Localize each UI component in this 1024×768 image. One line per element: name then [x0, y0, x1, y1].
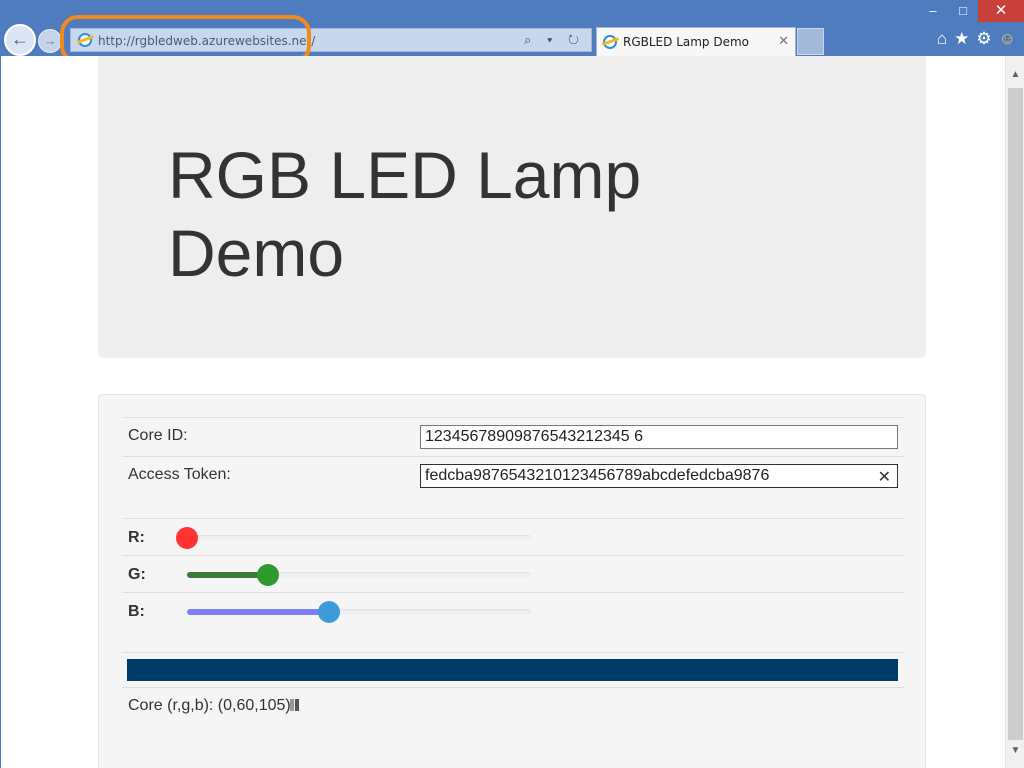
tab-title: RGBLED Lamp Demo [623, 35, 750, 49]
browser-chrome: – □ ✕ ← → http://rgbledweb.azurewebsites… [0, 0, 1024, 64]
signal-bars-icon [294, 699, 299, 711]
core-id-label: Core ID: [128, 427, 188, 444]
forward-button[interactable]: → [38, 29, 62, 53]
slider-label-r: R: [128, 529, 145, 546]
maximize-button[interactable]: □ [948, 0, 978, 22]
scroll-down-arrow-icon[interactable]: ▼ [1006, 742, 1024, 760]
access-token-label: Access Token: [128, 466, 231, 483]
vertical-scrollbar[interactable]: ▲ ▼ [1005, 56, 1024, 768]
blue-slider[interactable] [187, 601, 531, 623]
settings-gear-icon[interactable]: ⚙ [976, 29, 991, 49]
core-status: Core (r,g,b): (0,60,105) [128, 697, 299, 715]
green-slider-fill [187, 572, 268, 578]
slider-label-b: B: [128, 603, 145, 620]
feedback-smiley-icon[interactable]: ☺ [999, 29, 1016, 49]
scrollbar-thumb[interactable] [1008, 88, 1023, 740]
slider-row-g: G: [123, 555, 904, 592]
browser-tools: ⌂ ★ ⚙ ☺ [937, 29, 1016, 49]
blue-slider-thumb[interactable] [317, 601, 340, 623]
tab-close-icon[interactable]: ✕ [778, 33, 789, 49]
core-status-text: Core (r,g,b): (0,60,105) [128, 697, 291, 714]
red-slider[interactable] [176, 527, 531, 549]
green-slider[interactable] [187, 564, 531, 586]
jumbotron: RGB LED Lamp Demo [98, 56, 926, 358]
home-icon[interactable]: ⌂ [937, 29, 947, 49]
control-panel: Core ID: Access Token: ✕ R: G: [98, 394, 926, 768]
page-viewport: RGB LED Lamp Demo Core ID: Access Token:… [1, 56, 1005, 768]
access-token-field[interactable]: ✕ [420, 464, 898, 488]
green-slider-thumb[interactable] [256, 564, 279, 586]
core-id-row: Core ID: [123, 417, 904, 456]
color-preview-bar [127, 659, 898, 681]
minimize-button[interactable]: – [918, 0, 948, 22]
tab-rgbled-lamp-demo[interactable]: RGBLED Lamp Demo ✕ [596, 27, 796, 56]
page-title: RGB LED Lamp Demo [168, 138, 642, 290]
new-tab-button[interactable] [797, 28, 824, 55]
slider-row-b: B: [123, 592, 904, 652]
core-id-input[interactable] [425, 428, 865, 446]
access-token-row: Access Token: ✕ [123, 456, 904, 518]
red-slider-thumb[interactable] [176, 527, 198, 549]
clear-input-icon[interactable]: ✕ [878, 467, 891, 487]
back-button[interactable]: ← [4, 24, 36, 56]
tab-site-icon [603, 35, 617, 49]
blue-slider-fill [187, 609, 329, 615]
access-token-input[interactable] [425, 467, 865, 485]
slider-label-g: G: [128, 566, 146, 583]
scroll-up-arrow-icon[interactable]: ▲ [1006, 66, 1024, 84]
core-id-field[interactable] [420, 425, 898, 449]
address-bar-icons[interactable]: ⌕ ▾ ↻ [524, 32, 585, 48]
slider-row-r: R: [123, 518, 904, 555]
close-window-button[interactable]: ✕ [978, 0, 1024, 22]
window-controls: – □ ✕ [918, 0, 1024, 22]
favorites-star-icon[interactable]: ★ [954, 29, 969, 49]
